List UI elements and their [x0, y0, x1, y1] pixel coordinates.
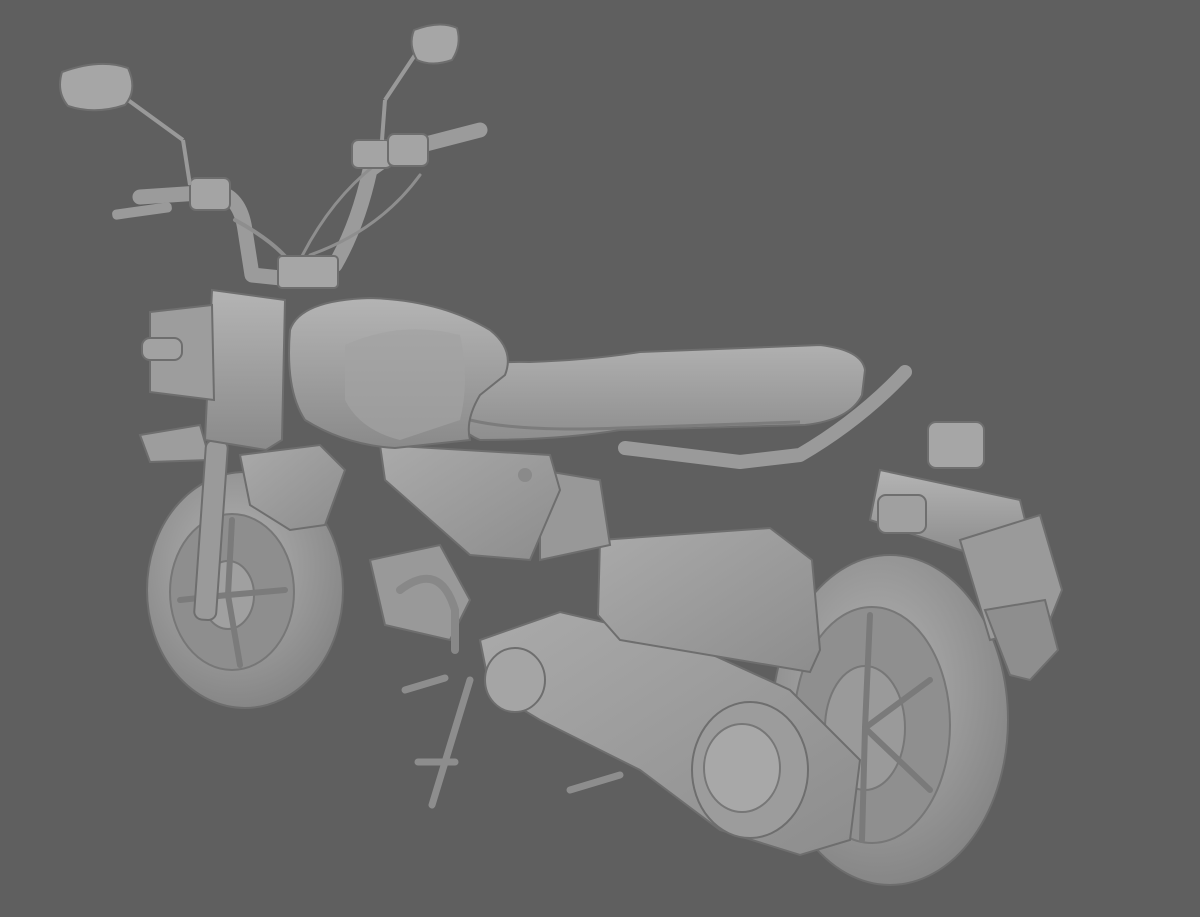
render-viewport — [0, 0, 1200, 917]
handlebar-controls — [112, 133, 429, 289]
motorcycle-render — [59, 23, 1064, 886]
mirror-left — [59, 62, 192, 186]
frame-panel — [368, 443, 562, 654]
seat — [454, 343, 867, 442]
mirror-right — [380, 23, 460, 141]
front-number-board — [141, 288, 287, 452]
